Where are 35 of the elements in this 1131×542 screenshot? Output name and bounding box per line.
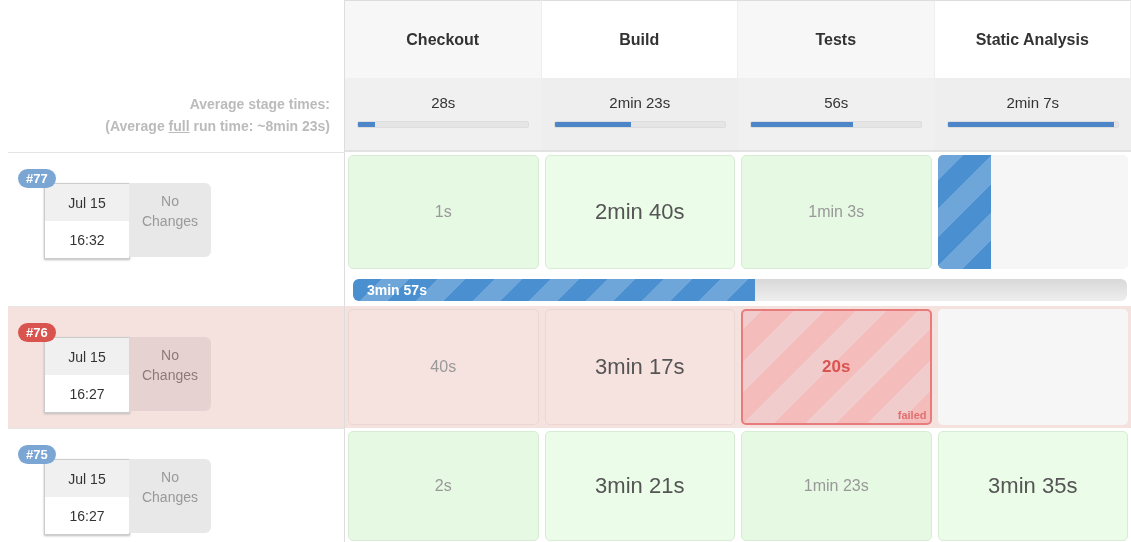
stage-cell[interactable]: 2min 40s — [544, 155, 735, 269]
run-time: 16:27 — [68, 384, 106, 404]
stage-cell[interactable]: 40s — [348, 309, 539, 425]
changes-box[interactable]: No Changes — [129, 459, 211, 533]
stage-cell[interactable]: 3min 35s — [937, 431, 1128, 541]
run-time: 16:32 — [68, 230, 106, 250]
average-time: 2min 7s — [1006, 94, 1059, 111]
run-date: Jul 15 — [45, 460, 129, 497]
stage-header: Build — [541, 0, 738, 78]
failed-label: failed — [897, 409, 927, 421]
changes-box[interactable]: No Changes — [129, 183, 211, 257]
average-full-text: (Average full run time: ~8min 23s) — [105, 118, 330, 134]
run-time: 16:27 — [68, 506, 106, 526]
build-badge[interactable]: #77 — [18, 169, 56, 188]
stage-cell[interactable]: 1s — [348, 155, 539, 269]
changes-box[interactable]: No Changes — [129, 337, 211, 411]
stage-cell[interactable]: 1min 23s — [741, 431, 932, 541]
stage-cell[interactable]: 2s — [348, 431, 539, 541]
stage-header: Static Analysis — [934, 0, 1131, 78]
progress-time: 3min 57s — [367, 282, 427, 298]
failed-stage-cell[interactable]: 20s failed — [741, 309, 932, 425]
stage-cell[interactable]: 1min 3s — [741, 155, 932, 269]
average-time: 28s — [431, 94, 456, 111]
average-time: 56s — [824, 94, 849, 111]
stage-header: Tests — [738, 0, 935, 78]
stage-cell[interactable]: 3min 17s — [544, 309, 735, 425]
run-date: Jul 15 — [45, 338, 129, 375]
running-stage-cell[interactable] — [937, 155, 1128, 269]
build-badge[interactable]: #75 — [18, 445, 56, 464]
build-badge[interactable]: #76 — [18, 323, 56, 342]
average-time: 2min 23s — [609, 94, 671, 111]
average-label: Average stage times: — [189, 96, 330, 112]
run-date: Jul 15 — [45, 184, 129, 221]
stage-header: Checkout — [345, 0, 542, 78]
stage-cell[interactable]: 3min 21s — [544, 431, 735, 541]
